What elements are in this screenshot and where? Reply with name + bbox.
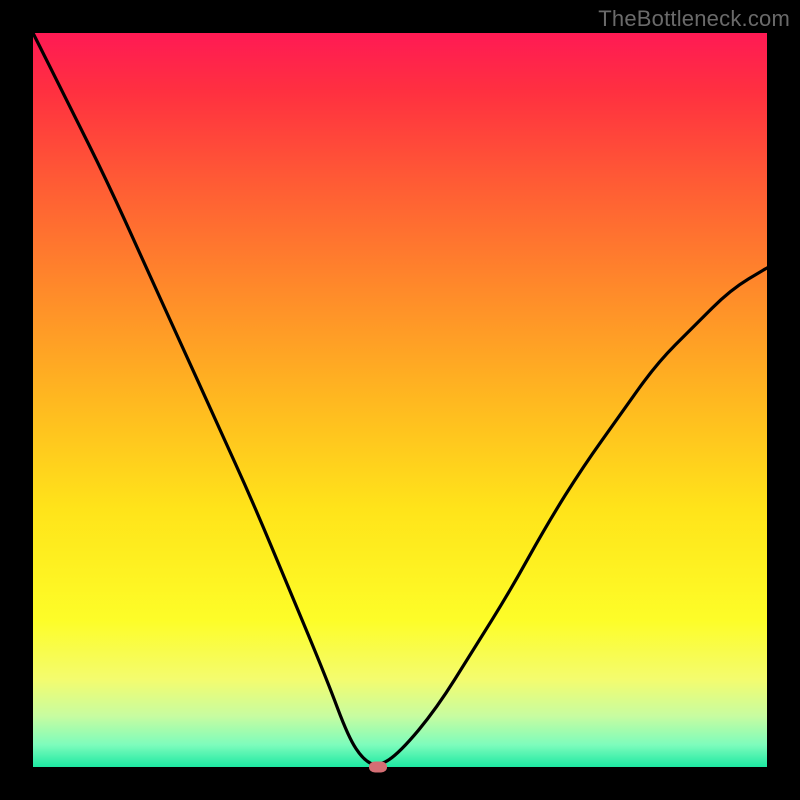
watermark-text: TheBottleneck.com: [598, 6, 790, 32]
plot-area: [33, 33, 767, 767]
bottleneck-curve-path: [33, 33, 767, 765]
curve-svg: [33, 33, 767, 767]
chart-frame: TheBottleneck.com: [0, 0, 800, 800]
optimum-marker: [369, 762, 387, 773]
